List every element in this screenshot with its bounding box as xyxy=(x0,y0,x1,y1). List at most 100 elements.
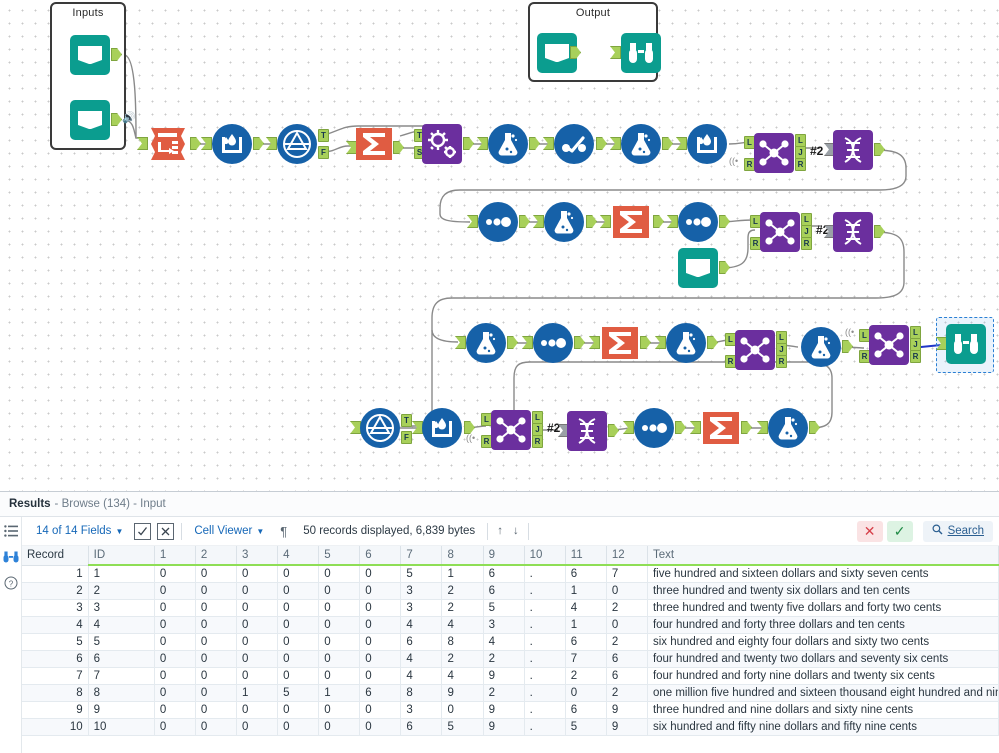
column-header-3[interactable]: 3 xyxy=(236,546,279,566)
cell-text[interactable]: three hundred and nine dollars and sixty… xyxy=(647,701,999,719)
accept-check-icon[interactable]: ✓ xyxy=(886,520,913,542)
cell-7[interactable]: 3 xyxy=(400,701,443,719)
port-out-select-2[interactable] xyxy=(719,215,730,228)
cell-ID[interactable]: 4 xyxy=(88,616,155,634)
port-out-formula-3[interactable] xyxy=(586,215,597,228)
cell-1[interactable]: 0 xyxy=(154,718,196,736)
cell-2[interactable]: 0 xyxy=(195,633,238,651)
cell-3[interactable]: 0 xyxy=(236,616,279,634)
table-row[interactable]: 10 10 0 0 0 0 0 0 6 5 9. 5 9 six hundred and fifty ni… xyxy=(22,718,999,736)
cell-12[interactable]: 0 xyxy=(606,616,648,634)
cell-7[interactable]: 6 xyxy=(400,718,443,736)
cell-6[interactable]: 0 xyxy=(359,650,402,668)
port-out-select-4[interactable] xyxy=(675,421,686,434)
cell-5[interactable]: 0 xyxy=(318,718,361,736)
cell-4[interactable]: 0 xyxy=(277,701,320,719)
cell-7[interactable]: 4 xyxy=(400,650,443,668)
cell-9[interactable]: 9 xyxy=(483,701,525,719)
cell-6[interactable]: 0 xyxy=(359,599,402,617)
search-input[interactable]: Search xyxy=(922,520,993,542)
cell-9[interactable]: 5 xyxy=(483,599,525,617)
cell-10[interactable]: . xyxy=(524,650,566,668)
node-data-cleansing-1[interactable] xyxy=(212,124,252,164)
node-multi-field-formula[interactable] xyxy=(422,124,462,164)
port-out-dna-3[interactable] xyxy=(608,424,619,437)
port-in-formula-2[interactable] xyxy=(610,137,621,150)
list-icon[interactable] xyxy=(3,523,19,539)
node-input-data-2[interactable] xyxy=(70,100,110,140)
results-toolbar[interactable]: 14 of 14 Fields ▼ Cell Viewer ▼ ¶ 50 rec… xyxy=(22,517,999,546)
cell-text[interactable]: four hundred and forty three dollars and… xyxy=(647,616,999,634)
port-out-join-4-right[interactable]: R xyxy=(910,350,921,363)
node-input-data-3[interactable] xyxy=(678,248,718,288)
cell-12[interactable]: 9 xyxy=(606,701,648,719)
port-in-summarize-4[interactable] xyxy=(690,421,701,434)
port-in-cleanse-1[interactable] xyxy=(201,137,212,150)
node-sample-check[interactable] xyxy=(554,124,594,164)
port-out-text-to-columns[interactable] xyxy=(190,137,201,150)
cell-text[interactable]: six hundred and eighty four dollars and … xyxy=(647,633,999,651)
cell-6[interactable]: 0 xyxy=(359,667,402,685)
cell-1[interactable]: 0 xyxy=(154,599,196,617)
cell-11[interactable]: 7 xyxy=(565,650,607,668)
port-out-formula-5[interactable] xyxy=(707,336,718,349)
cell-12[interactable]: 6 xyxy=(606,650,648,668)
port-in-select-4[interactable] xyxy=(623,421,634,434)
cell-3[interactable]: 0 xyxy=(236,599,279,617)
browse-binoculars-icon[interactable] xyxy=(3,549,19,565)
cell-2[interactable]: 0 xyxy=(195,701,238,719)
port-in-formula-7[interactable] xyxy=(757,421,768,434)
cell-7[interactable]: 4 xyxy=(400,667,443,685)
node-filter-2[interactable] xyxy=(360,408,400,448)
arrow-up-icon[interactable]: ↑ xyxy=(492,525,508,537)
cell-5[interactable]: 0 xyxy=(318,701,361,719)
cell-6[interactable]: 0 xyxy=(359,582,402,600)
cell-ID[interactable]: 7 xyxy=(88,667,155,685)
port-out-input-3[interactable] xyxy=(719,261,730,274)
port-in-formula-3[interactable] xyxy=(533,215,544,228)
cell-record[interactable]: 1 xyxy=(22,565,89,583)
cell-7[interactable]: 6 xyxy=(400,633,443,651)
port-out-join-3-right[interactable]: R xyxy=(776,355,787,368)
cell-5[interactable]: 0 xyxy=(318,633,361,651)
cell-11[interactable]: 5 xyxy=(565,718,607,736)
cell-record[interactable]: 10 xyxy=(22,718,89,736)
cell-6[interactable]: 6 xyxy=(359,684,402,702)
cell-11[interactable]: 6 xyxy=(565,633,607,651)
arrow-down-icon[interactable]: ↓ xyxy=(508,525,524,537)
cell-1[interactable]: 0 xyxy=(154,616,196,634)
cell-5[interactable]: 0 xyxy=(318,599,361,617)
cell-record[interactable]: 3 xyxy=(22,599,89,617)
cell-11[interactable]: 4 xyxy=(565,599,607,617)
cell-5[interactable]: 0 xyxy=(318,667,361,685)
port-out-formula-6[interactable] xyxy=(842,340,853,353)
cell-11[interactable]: 0 xyxy=(565,684,607,702)
cell-ID[interactable]: 6 xyxy=(88,650,155,668)
cell-2[interactable]: 0 xyxy=(195,565,238,583)
port-in-sample[interactable] xyxy=(543,137,554,150)
cell-11[interactable]: 6 xyxy=(565,701,607,719)
node-transpose-2[interactable] xyxy=(833,212,873,252)
results-grid[interactable]: Record ID 1 2 3 4 5 6 7 8 9 10 11 12 Text 11000000516.… xyxy=(22,546,999,753)
cell-6[interactable]: 0 xyxy=(359,718,402,736)
cell-4[interactable]: 0 xyxy=(277,650,320,668)
cell-4[interactable]: 0 xyxy=(277,599,320,617)
table-row[interactable]: 3 3 0 0 0 0 0 0 3 2 5. 4 2 three hundred and twenty f… xyxy=(22,599,999,617)
reject-x-icon[interactable]: ✕ xyxy=(856,520,883,542)
cell-4[interactable]: 0 xyxy=(277,616,320,634)
cell-5[interactable]: 1 xyxy=(318,684,361,702)
cell-2[interactable]: 0 xyxy=(195,667,238,685)
port-out-cleanse-1[interactable] xyxy=(253,137,264,150)
cell-10[interactable]: . xyxy=(524,599,566,617)
cell-text[interactable]: four hundred and forty nine dollars and … xyxy=(647,667,999,685)
table-row[interactable]: 4 4 0 0 0 0 0 0 4 4 3. 1 0 four hundred and forty thr… xyxy=(22,616,999,634)
cell-10[interactable]: . xyxy=(524,582,566,600)
cell-12[interactable]: 0 xyxy=(606,582,648,600)
cell-8[interactable]: 9 xyxy=(441,684,484,702)
cell-2[interactable]: 0 xyxy=(195,582,238,600)
cell-10[interactable]: . xyxy=(524,616,566,634)
cell-6[interactable]: 0 xyxy=(359,701,402,719)
cell-7[interactable]: 3 xyxy=(400,599,443,617)
port-out-select-3[interactable] xyxy=(574,336,585,349)
cell-7[interactable]: 5 xyxy=(400,565,443,583)
